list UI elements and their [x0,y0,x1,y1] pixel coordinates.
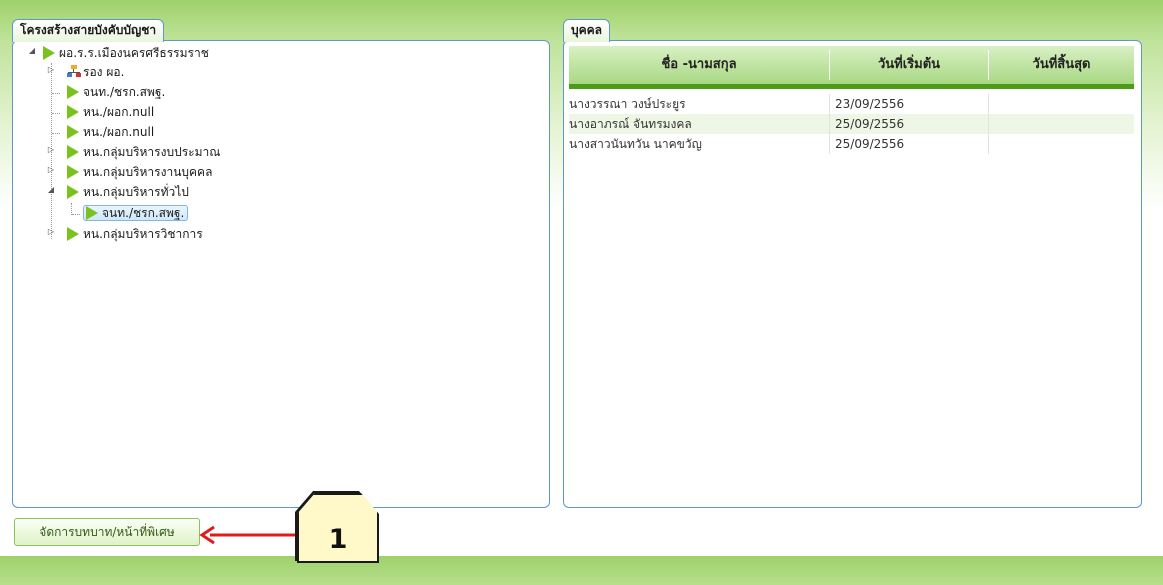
arrow-icon [43,46,55,60]
red-arrow-icon [199,525,298,545]
tree-node-personnel[interactable]: หน.กลุ่มบริหารงานบุคคล [67,163,212,182]
manage-roles-button[interactable]: จัดการบทบาท/หน้าที่พิเศษ [14,518,200,546]
org-structure-panel: ◢ ผอ.ร.ร.เมืองนครศรีธรรมราช ▷ รอง ผอ. จน… [12,40,550,508]
collapse-icon[interactable]: ◢ [27,46,37,55]
tree-node-budget[interactable]: หน.กลุ่มบริหารงบประมาณ [67,143,220,162]
tree-node-head-null-1[interactable]: หน./ผอก.null [67,103,154,122]
collapse-icon[interactable]: ◢ [46,185,56,194]
cell-start-date: 23/09/2556 [835,97,905,111]
arrow-icon [67,145,79,159]
tree-node-officer[interactable]: จนท./ชรก.สพฐ. [67,83,165,102]
cell-start-date: 25/09/2556 [835,137,905,151]
person-panel: ชื่อ -นามสกุล วันที่เริ่มต้น วันที่สิ้นส… [563,40,1142,508]
arrow-icon [67,185,79,199]
column-header-start-date[interactable]: วันที่เริ่มต้น [830,46,988,84]
tree-node-root[interactable]: ผอ.ร.ร.เมืองนครศรีธรรมราช [43,44,209,63]
org-chart-icon [67,65,81,78]
org-tree: ◢ ผอ.ร.ร.เมืองนครศรีธรรมราช ▷ รอง ผอ. จน… [13,41,549,507]
arrow-icon [67,165,79,179]
arrow-icon [67,227,79,241]
tree-node-selected-officer[interactable]: จนท./ชรก.สพฐ. [83,204,189,223]
callout-step-number: 1 [297,493,379,563]
arrow-icon [86,206,98,220]
column-header-end-date[interactable]: วันที่สิ้นสุด [989,46,1134,84]
arrow-icon [67,125,79,139]
tree-node-academic[interactable]: หน.กลุ่มบริหารวิชาการ [67,225,203,244]
expand-icon[interactable]: ▷ [46,165,56,174]
arrow-icon [67,85,79,99]
cell-name: นางวรรณา วงษ์ประยูร [569,97,686,111]
arrow-icon [67,105,79,119]
column-header-name[interactable]: ชื่อ -นามสกุล [569,46,829,84]
cell-name: นางอาภรณ์ จันทรมงคล [569,117,692,131]
expand-icon[interactable]: ▷ [46,65,56,74]
person-grid: ชื่อ -นามสกุล วันที่เริ่มต้น วันที่สิ้นส… [569,46,1134,154]
cell-name: นางสาวนันทวัน นาคขวัญ [569,137,702,151]
tree-node-deputy[interactable]: รอง ผอ. [67,63,124,82]
tree-node-head-null-2[interactable]: หน./ผอก.null [67,123,154,142]
table-row[interactable]: นางสาวนันทวัน นาคขวัญ 25/09/2556 [569,134,1134,154]
expand-icon[interactable]: ▷ [46,145,56,154]
grid-header: ชื่อ -นามสกุล วันที่เริ่มต้น วันที่สิ้นส… [569,46,1134,89]
tree-node-general-admin[interactable]: หน.กลุ่มบริหารทั่วไป [67,183,189,202]
cell-start-date: 25/09/2556 [835,117,905,131]
tab-person[interactable]: บุคคล [563,19,611,42]
tab-org-structure[interactable]: โครงสร้างสายบังคับบัญชา [12,19,165,42]
table-row[interactable]: นางอาภรณ์ จันทรมงคล 25/09/2556 [569,114,1134,134]
expand-icon[interactable]: ▷ [46,227,56,236]
table-row[interactable]: นางวรรณา วงษ์ประยูร 23/09/2556 [569,94,1134,114]
